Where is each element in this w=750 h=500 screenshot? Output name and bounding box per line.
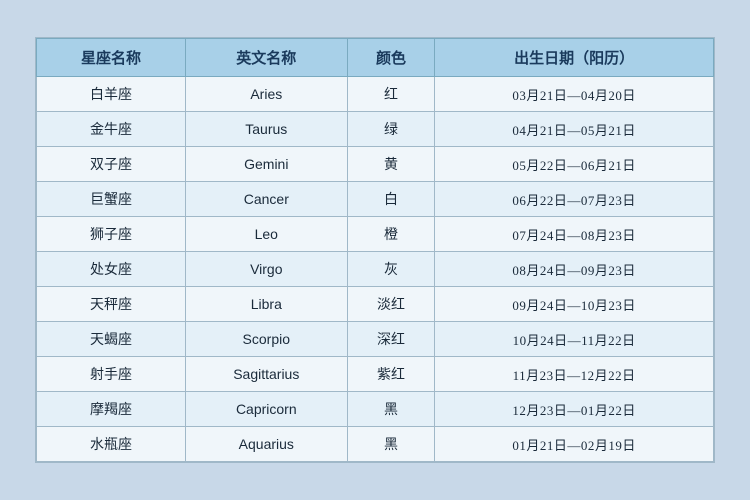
cell-dates: 08月24日—09月23日 bbox=[435, 252, 714, 287]
table-row: 白羊座Aries红03月21日—04月20日 bbox=[37, 77, 714, 112]
cell-chinese-name: 天秤座 bbox=[37, 287, 186, 322]
table-header-row: 星座名称 英文名称 颜色 出生日期（阳历） bbox=[37, 39, 714, 77]
table-row: 摩羯座Capricorn黑12月23日—01月22日 bbox=[37, 392, 714, 427]
cell-chinese-name: 天蝎座 bbox=[37, 322, 186, 357]
cell-dates: 05月22日—06月21日 bbox=[435, 147, 714, 182]
cell-chinese-name: 狮子座 bbox=[37, 217, 186, 252]
table-row: 水瓶座Aquarius黑01月21日—02月19日 bbox=[37, 427, 714, 462]
cell-dates: 03月21日—04月20日 bbox=[435, 77, 714, 112]
cell-color: 黄 bbox=[347, 147, 435, 182]
zodiac-table-container: 星座名称 英文名称 颜色 出生日期（阳历） 白羊座Aries红03月21日—04… bbox=[35, 37, 715, 463]
table-row: 天秤座Libra淡红09月24日—10月23日 bbox=[37, 287, 714, 322]
cell-color: 黑 bbox=[347, 427, 435, 462]
cell-dates: 06月22日—07月23日 bbox=[435, 182, 714, 217]
cell-dates: 01月21日—02月19日 bbox=[435, 427, 714, 462]
cell-english-name: Virgo bbox=[186, 252, 348, 287]
zodiac-table: 星座名称 英文名称 颜色 出生日期（阳历） 白羊座Aries红03月21日—04… bbox=[36, 38, 714, 462]
cell-english-name: Leo bbox=[186, 217, 348, 252]
header-english-name: 英文名称 bbox=[186, 39, 348, 77]
table-body: 白羊座Aries红03月21日—04月20日金牛座Taurus绿04月21日—0… bbox=[37, 77, 714, 462]
cell-color: 白 bbox=[347, 182, 435, 217]
cell-dates: 10月24日—11月22日 bbox=[435, 322, 714, 357]
cell-english-name: Gemini bbox=[186, 147, 348, 182]
cell-english-name: Sagittarius bbox=[186, 357, 348, 392]
cell-chinese-name: 金牛座 bbox=[37, 112, 186, 147]
table-row: 处女座Virgo灰08月24日—09月23日 bbox=[37, 252, 714, 287]
cell-english-name: Taurus bbox=[186, 112, 348, 147]
cell-dates: 09月24日—10月23日 bbox=[435, 287, 714, 322]
table-row: 狮子座Leo橙07月24日—08月23日 bbox=[37, 217, 714, 252]
cell-dates: 07月24日—08月23日 bbox=[435, 217, 714, 252]
cell-dates: 12月23日—01月22日 bbox=[435, 392, 714, 427]
cell-color: 紫红 bbox=[347, 357, 435, 392]
table-row: 巨蟹座Cancer白06月22日—07月23日 bbox=[37, 182, 714, 217]
cell-chinese-name: 双子座 bbox=[37, 147, 186, 182]
cell-color: 灰 bbox=[347, 252, 435, 287]
header-dates: 出生日期（阳历） bbox=[435, 39, 714, 77]
table-row: 天蝎座Scorpio深红10月24日—11月22日 bbox=[37, 322, 714, 357]
cell-chinese-name: 射手座 bbox=[37, 357, 186, 392]
cell-english-name: Cancer bbox=[186, 182, 348, 217]
cell-color: 红 bbox=[347, 77, 435, 112]
cell-color: 黑 bbox=[347, 392, 435, 427]
cell-color: 橙 bbox=[347, 217, 435, 252]
cell-dates: 04月21日—05月21日 bbox=[435, 112, 714, 147]
header-chinese-name: 星座名称 bbox=[37, 39, 186, 77]
table-row: 双子座Gemini黄05月22日—06月21日 bbox=[37, 147, 714, 182]
cell-english-name: Aries bbox=[186, 77, 348, 112]
table-row: 金牛座Taurus绿04月21日—05月21日 bbox=[37, 112, 714, 147]
cell-chinese-name: 摩羯座 bbox=[37, 392, 186, 427]
header-color: 颜色 bbox=[347, 39, 435, 77]
cell-english-name: Libra bbox=[186, 287, 348, 322]
cell-color: 绿 bbox=[347, 112, 435, 147]
table-row: 射手座Sagittarius紫红11月23日—12月22日 bbox=[37, 357, 714, 392]
cell-chinese-name: 白羊座 bbox=[37, 77, 186, 112]
cell-dates: 11月23日—12月22日 bbox=[435, 357, 714, 392]
cell-english-name: Scorpio bbox=[186, 322, 348, 357]
cell-color: 深红 bbox=[347, 322, 435, 357]
cell-chinese-name: 水瓶座 bbox=[37, 427, 186, 462]
cell-english-name: Aquarius bbox=[186, 427, 348, 462]
cell-chinese-name: 巨蟹座 bbox=[37, 182, 186, 217]
cell-chinese-name: 处女座 bbox=[37, 252, 186, 287]
cell-english-name: Capricorn bbox=[186, 392, 348, 427]
cell-color: 淡红 bbox=[347, 287, 435, 322]
